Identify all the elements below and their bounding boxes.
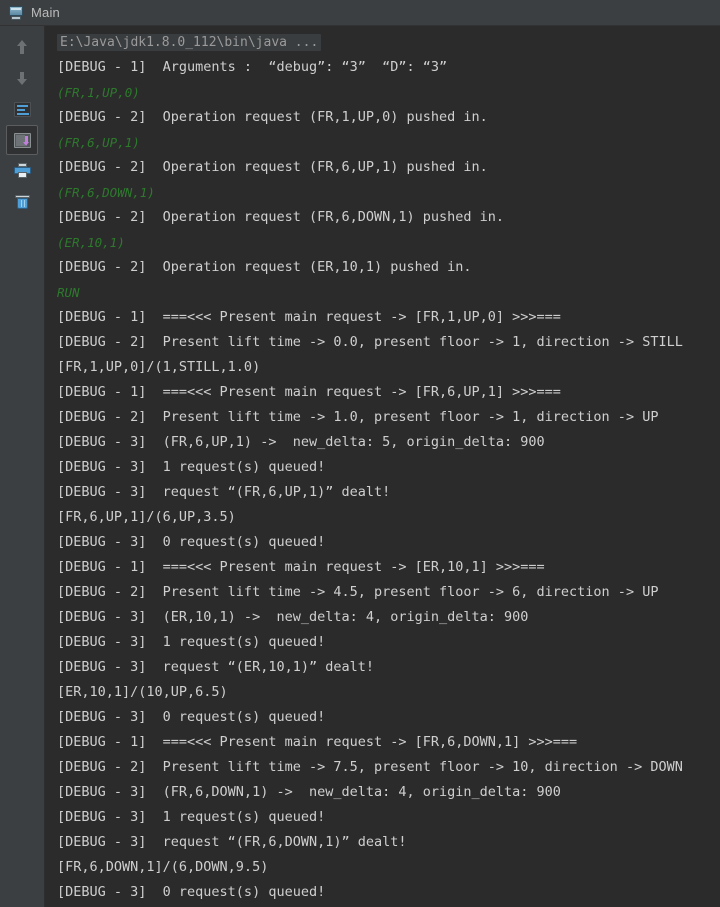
console-line: [DEBUG - 1] ===<<< Present main request … (57, 384, 561, 400)
console-line: [DEBUG - 3] 1 request(s) queued! (57, 809, 326, 825)
down-arrow-icon (14, 70, 30, 86)
console-line: (FR,1,UP,0) (57, 85, 140, 100)
soft-wrap-button[interactable] (6, 94, 38, 124)
console-line: [DEBUG - 2] Operation request (FR,6,DOWN… (57, 209, 505, 225)
console-line: (FR,6,UP,1) (57, 135, 140, 150)
console-line: [DEBUG - 2] Operation request (ER,10,1) … (57, 259, 472, 275)
console-line: [DEBUG - 1] ===<<< Present main request … (57, 734, 578, 750)
console-line: [DEBUG - 2] Present lift time -> 1.0, pr… (57, 409, 659, 425)
console-line: [DEBUG - 3] 1 request(s) queued! (57, 459, 326, 475)
console-line: [DEBUG - 3] (FR,6,DOWN,1) -> new_delta: … (57, 784, 561, 800)
console-line: [DEBUG - 3] 1 request(s) queued! (57, 634, 326, 650)
trash-icon (14, 194, 30, 210)
console-toolbar (0, 26, 45, 907)
console-line: [FR,6,DOWN,1]/(6,DOWN,9.5) (57, 859, 269, 875)
console-command-line-text: E:\Java\jdk1.8.0_112\bin\java ... (57, 34, 322, 51)
run-configuration-icon (8, 5, 24, 21)
console-line: E:\Java\jdk1.8.0_112\bin\java ... (45, 30, 720, 55)
print-button[interactable] (6, 156, 38, 186)
console-line: [DEBUG - 2] Operation request (FR,1,UP,0… (57, 109, 488, 125)
scroll-to-end-button[interactable] (6, 125, 38, 155)
console-line: [DEBUG - 3] 0 request(s) queued! (57, 884, 326, 900)
clear-all-button[interactable] (6, 187, 38, 217)
console-line: [FR,1,UP,0]/(1,STILL,1.0) (57, 359, 261, 375)
up-the-stack-trace-button[interactable] (6, 32, 38, 62)
run-tool-window-titlebar: Main (0, 0, 720, 26)
console-line: (FR,6,DOWN,1) (57, 185, 155, 200)
console-line: [FR,6,UP,1]/(6,UP,3.5) (57, 509, 236, 525)
up-arrow-icon (14, 39, 30, 55)
run-tool-window: Main E:\Java\jdk1.8.0_112\bin\java ... [… (0, 0, 720, 907)
console-line: [ER,10,1]/(10,UP,6.5) (57, 684, 228, 700)
console-line: RUN (57, 285, 80, 300)
console-line: [DEBUG - 3] (FR,6,UP,1) -> new_delta: 5,… (57, 434, 545, 450)
console-line: [DEBUG - 2] Present lift time -> 0.0, pr… (57, 334, 683, 350)
console-line: [DEBUG - 1] ===<<< Present main request … (57, 559, 545, 575)
console-output[interactable]: E:\Java\jdk1.8.0_112\bin\java ... [DEBUG … (45, 26, 720, 907)
console-line: [DEBUG - 3] request “(FR,6,DOWN,1)” deal… (57, 834, 407, 850)
run-tool-window-body: E:\Java\jdk1.8.0_112\bin\java ... [DEBUG … (0, 26, 720, 907)
console-line: [DEBUG - 3] request “(FR,6,UP,1)” dealt! (57, 484, 391, 500)
console-line: [DEBUG - 2] Present lift time -> 7.5, pr… (57, 759, 683, 775)
console-line: [DEBUG - 3] request “(ER,10,1)” dealt! (57, 659, 374, 675)
console-line: (ER,10,1) (57, 235, 125, 250)
down-the-stack-trace-button[interactable] (6, 63, 38, 93)
console-line: [DEBUG - 1] ===<<< Present main request … (57, 309, 561, 325)
print-icon (13, 163, 31, 179)
console-line: [DEBUG - 3] 0 request(s) queued! (57, 534, 326, 550)
scroll-to-end-icon (13, 132, 31, 148)
run-configuration-tab[interactable]: Main (6, 3, 70, 23)
console-line: [DEBUG - 2] Present lift time -> 4.5, pr… (57, 584, 659, 600)
console-line: [DEBUG - 1] Arguments : “debug”: “3” “D”… (57, 59, 448, 75)
console-line: [DEBUG - 3] (ER,10,1) -> new_delta: 4, o… (57, 609, 529, 625)
console-line: [DEBUG - 2] Operation request (FR,6,UP,1… (57, 159, 488, 175)
soft-wrap-icon (13, 101, 31, 117)
console-line: [DEBUG - 3] 0 request(s) queued! (57, 709, 326, 725)
run-configuration-name: Main (31, 5, 60, 20)
